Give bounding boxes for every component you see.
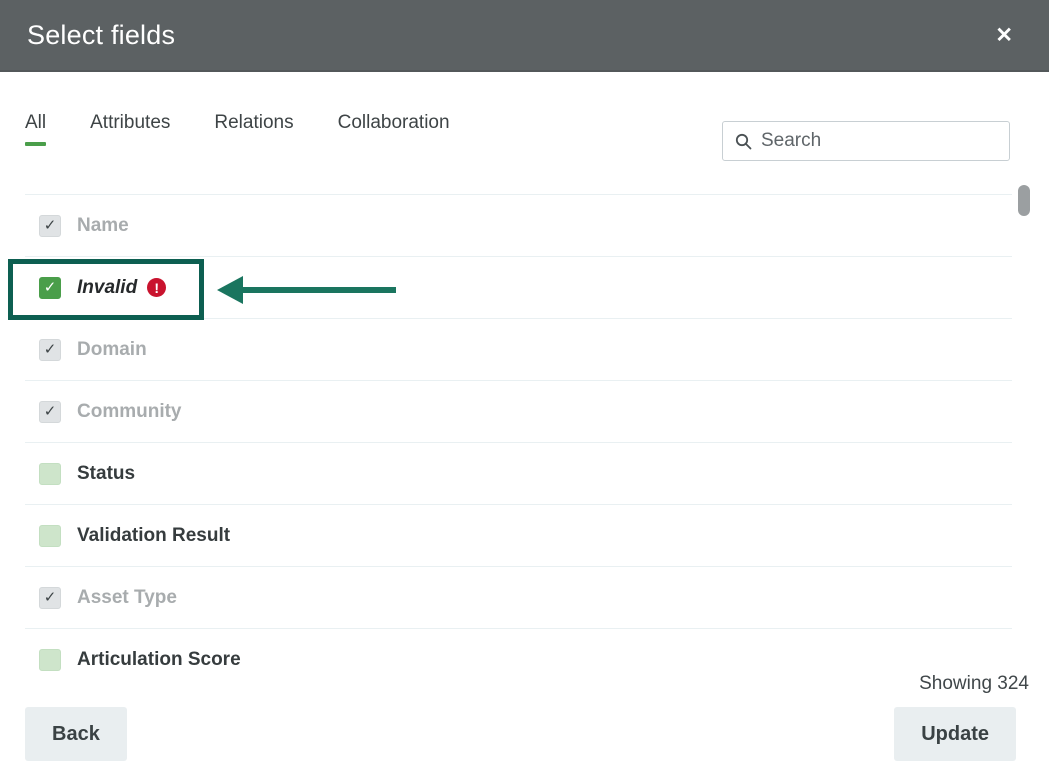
modal-header: Select fields ✕	[0, 0, 1049, 72]
search-input[interactable]	[761, 130, 999, 152]
field-row[interactable]: Articulation Score	[25, 629, 1012, 672]
back-button[interactable]: Back	[25, 707, 127, 761]
checkbox-icon[interactable]: ✓	[39, 401, 61, 423]
checkbox-icon[interactable]: ✓	[39, 215, 61, 237]
scrollbar-thumb[interactable]	[1018, 185, 1030, 216]
tab-all[interactable]: All	[25, 112, 46, 146]
checkbox-icon[interactable]: ✓	[39, 277, 61, 299]
checkbox-icon[interactable]	[39, 649, 61, 671]
close-button[interactable]: ✕	[989, 19, 1019, 52]
tab-bar: All Attributes Relations Collaboration	[25, 112, 450, 146]
close-icon: ✕	[995, 24, 1013, 47]
field-list: ✓ Name ✓ Invalid! ✓ Domain ✓ Community Status Val…	[25, 194, 1012, 672]
field-label: Validation Result	[77, 525, 230, 547]
field-label: Invalid	[77, 277, 137, 299]
field-label: Name	[77, 215, 129, 237]
search-box	[722, 121, 1010, 161]
field-row[interactable]: ✓ Invalid!	[25, 257, 1012, 319]
update-button[interactable]: Update	[894, 707, 1016, 761]
modal-title: Select fields	[27, 20, 175, 51]
field-row[interactable]: ✓ Name	[25, 195, 1012, 257]
field-row[interactable]: ✓ Domain	[25, 319, 1012, 381]
field-label: Asset Type	[77, 587, 177, 609]
checkbox-icon[interactable]: ✓	[39, 587, 61, 609]
field-row[interactable]: Status	[25, 443, 1012, 505]
field-row[interactable]: ✓ Asset Type	[25, 567, 1012, 629]
error-icon: !	[147, 278, 166, 297]
field-label: Status	[77, 463, 135, 485]
field-label: Articulation Score	[77, 649, 241, 671]
field-row[interactable]: ✓ Community	[25, 381, 1012, 443]
field-row[interactable]: Validation Result	[25, 505, 1012, 567]
showing-count: Showing 324	[919, 673, 1029, 695]
checkbox-icon[interactable]	[39, 525, 61, 547]
field-label: Domain	[77, 339, 147, 361]
field-label: Community	[77, 401, 182, 423]
checkbox-icon[interactable]: ✓	[39, 339, 61, 361]
tab-relations[interactable]: Relations	[214, 112, 293, 146]
search-icon	[735, 133, 752, 150]
tab-collaboration[interactable]: Collaboration	[338, 112, 450, 146]
checkbox-icon[interactable]	[39, 463, 61, 485]
tab-attributes[interactable]: Attributes	[90, 112, 170, 146]
